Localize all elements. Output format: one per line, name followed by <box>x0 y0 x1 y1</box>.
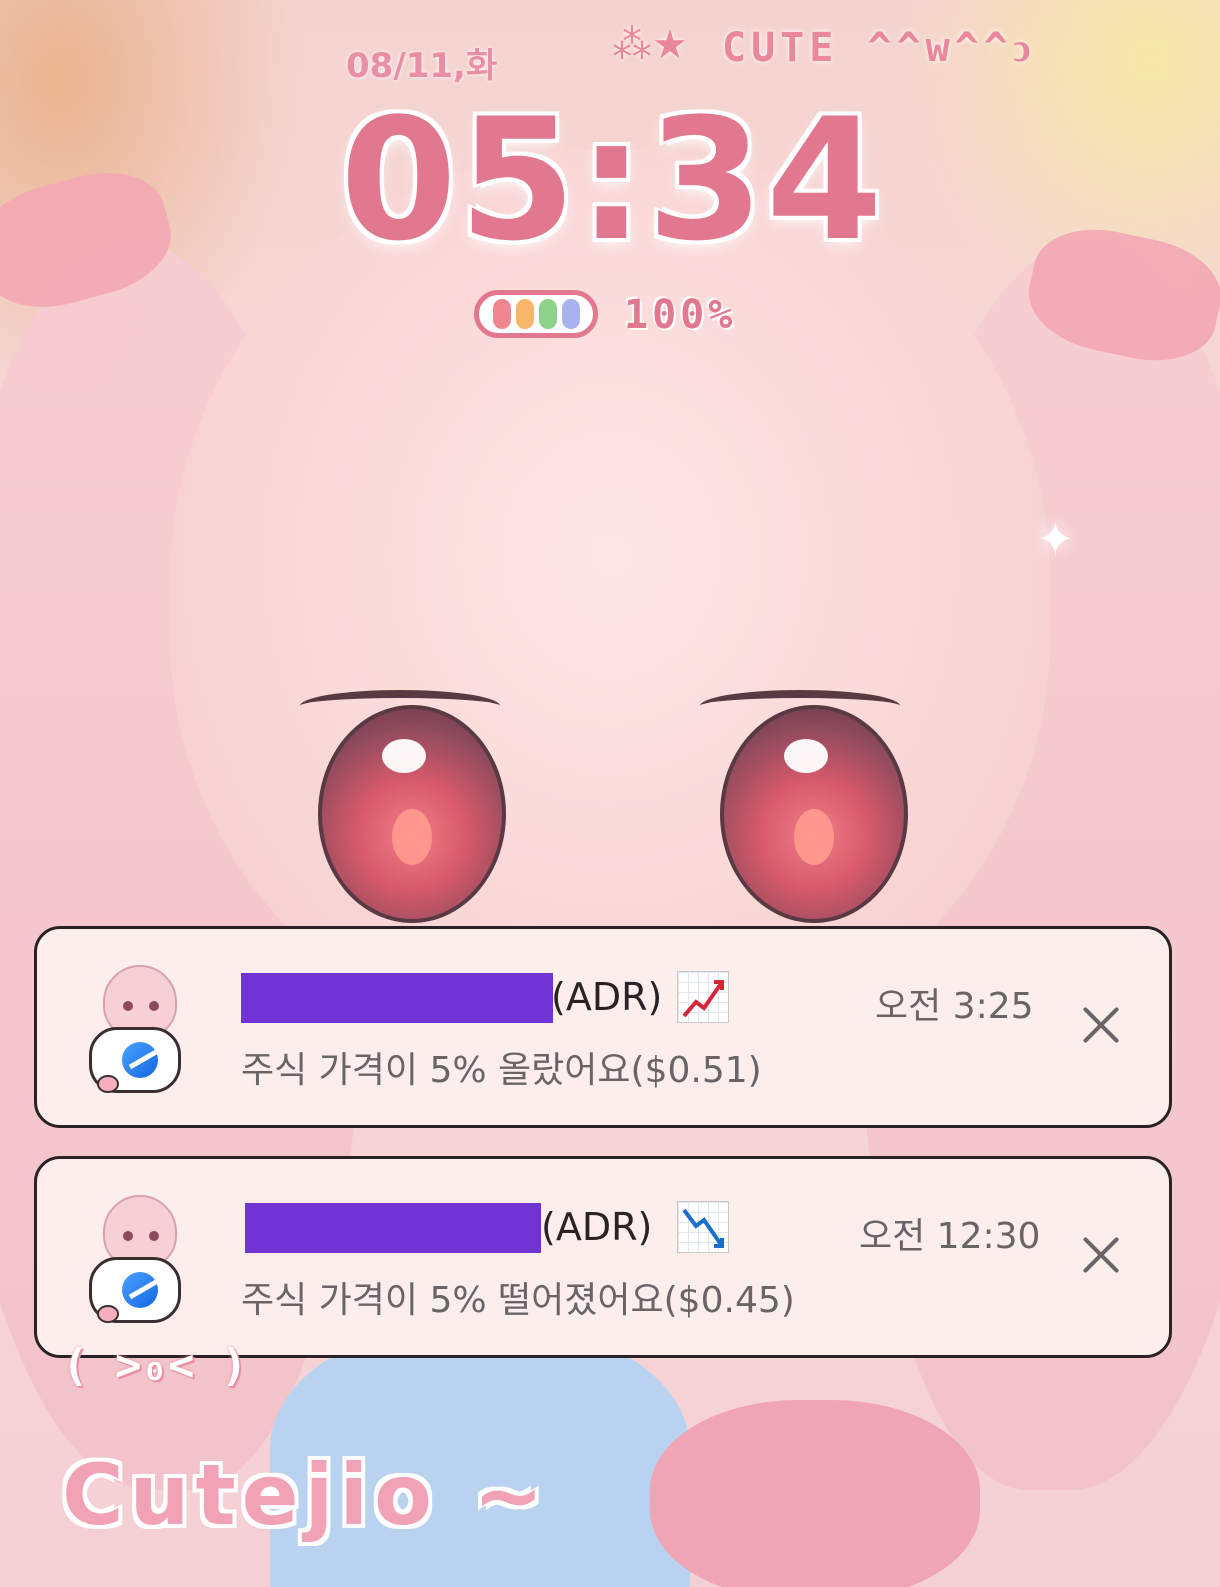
battery-percentage: 100% <box>624 292 737 338</box>
notification-time: 오전 12:30 <box>859 1216 1041 1257</box>
stars-icon: ⁂★ <box>612 22 688 68</box>
dismiss-close-icon[interactable] <box>1079 1003 1123 1047</box>
notification-title: (ADR) <box>541 1205 653 1249</box>
eye-left <box>318 705 506 923</box>
signature-text: Cutejio ~ <box>62 1446 550 1544</box>
stock-app-logo-icon <box>122 1042 158 1078</box>
kaomoji-text: ( >₀< ) <box>62 1340 248 1391</box>
app-icon <box>89 1195 189 1325</box>
notification-body: 주식 가격이 5% 떨어졌어요($0.45) <box>241 1280 795 1321</box>
stock-app-logo-icon <box>122 1272 158 1308</box>
paw-icon <box>97 1075 119 1093</box>
notification-card[interactable]: (ADR) 오전 3:25 주식 가격이 5% 올랐어요($0.51) <box>34 926 1172 1128</box>
chest-bow <box>650 1400 980 1587</box>
battery-cell-4 <box>561 299 580 329</box>
chart-increasing-icon <box>677 971 729 1023</box>
sparkle-icon: ✦ <box>1036 512 1075 566</box>
dismiss-close-icon[interactable] <box>1079 1233 1123 1277</box>
battery-cell-1 <box>492 299 511 329</box>
notification-body: 주식 가격이 5% 올랐어요($0.51) <box>241 1050 762 1091</box>
date-label: 08/11,화 <box>346 46 498 86</box>
notification-time: 오전 3:25 <box>875 986 1034 1027</box>
redacted-stock-name <box>241 973 553 1023</box>
notification-title: (ADR) <box>551 975 663 1019</box>
battery-cell-3 <box>538 299 557 329</box>
character-face <box>170 150 1050 1050</box>
eye-right <box>720 705 908 923</box>
chart-decreasing-icon <box>677 1201 729 1253</box>
redacted-stock-name <box>245 1203 541 1253</box>
cute-tagline: CUTE ^^w^^ↄ <box>722 25 1036 71</box>
battery-cell-2 <box>515 299 534 329</box>
battery-icon <box>474 290 598 338</box>
notification-card[interactable]: (ADR) 오전 12:30 주식 가격이 5% 떨어졌어요($0.45) <box>34 1156 1172 1358</box>
app-icon <box>89 965 189 1095</box>
lockscreen-clock: 05:34 <box>340 82 885 278</box>
paw-icon <box>97 1305 119 1323</box>
